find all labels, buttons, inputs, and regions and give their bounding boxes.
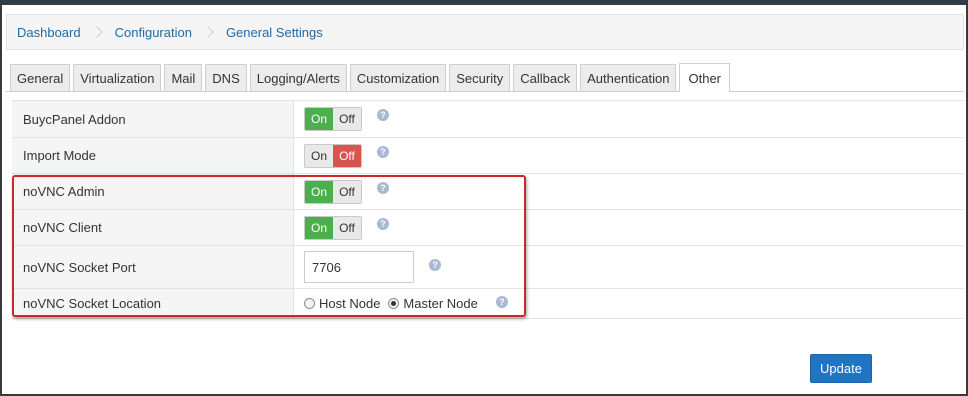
settings-table: BuycPanel Addon On Off ? Import Mode On … [12,100,964,319]
buycpanel-toggle: On Off [304,107,362,131]
novnc-client-on-button[interactable]: On [305,216,333,239]
radio-button[interactable] [304,298,315,309]
chevron-right-icon [90,26,103,38]
radio-button[interactable] [388,298,400,309]
tab-customization[interactable]: Customization [349,64,447,91]
novnc-admin-toggle: On Off [304,179,362,204]
buycpanel-off-button[interactable]: Off [333,108,361,130]
setting-value: On Off ? [294,101,964,137]
tab-dns[interactable]: DNS [205,64,247,91]
buycpanel-on-button[interactable]: On [305,108,333,130]
update-button[interactable]: Update [810,354,872,383]
tab-other[interactable]: Other [679,63,730,92]
setting-row-novnc-port: noVNC Socket Port ? [12,246,964,289]
novnc-client-off-button[interactable]: Off [333,216,361,239]
setting-row-import-mode: Import Mode On Off ? [12,138,964,174]
setting-label: BuycPanel Addon [12,101,294,137]
chevron-right-icon [202,26,214,38]
setting-row-novnc-client: noVNC Client On Off ? [12,210,964,246]
help-icon[interactable]: ? [495,296,508,308]
setting-label: Import Mode [12,138,294,173]
radio-host-node[interactable]: Host Node [304,296,380,311]
help-icon[interactable]: ? [377,218,389,230]
setting-value: On Off ? [294,210,964,245]
setting-row-novnc-location: noVNC Socket Location Host Node Master N… [12,289,964,319]
breadcrumb-configuration[interactable]: Configuration [115,25,192,40]
help-icon[interactable]: ? [377,146,389,158]
import-mode-on-button[interactable]: On [305,144,333,167]
radio-master-node[interactable]: Master Node [388,296,478,311]
tab-virtualization[interactable]: Virtualization [73,64,162,91]
setting-value: Host Node Master Node ? [294,289,964,318]
setting-value: On Off ? [294,174,964,209]
tab-logging-alerts[interactable]: Logging/Alerts [249,64,347,91]
setting-row-novnc-admin: noVNC Admin On Off ? [12,174,964,210]
tab-security[interactable]: Security [449,64,511,91]
setting-label: noVNC Socket Port [12,246,294,288]
tab-general[interactable]: General [10,64,71,91]
novnc-client-toggle: On Off [304,215,362,240]
tab-authentication[interactable]: Authentication [580,64,677,91]
tab-callback[interactable]: Callback [513,64,578,91]
radio-label: Master Node [403,296,478,311]
breadcrumb: Dashboard Configuration General Settings [6,14,964,50]
setting-label: noVNC Socket Location [12,289,294,318]
setting-label: noVNC Admin [12,174,294,209]
novnc-socket-port-input[interactable] [304,251,414,283]
help-icon[interactable]: ? [377,109,389,121]
breadcrumb-general-settings[interactable]: General Settings [226,25,323,40]
novnc-admin-off-button[interactable]: Off [333,180,361,203]
setting-value: ? [294,246,964,288]
help-icon[interactable]: ? [377,182,389,194]
setting-value: On Off ? [294,138,964,173]
radio-label: Host Node [319,296,381,311]
import-mode-off-button[interactable]: Off [333,144,361,167]
breadcrumb-dashboard[interactable]: Dashboard [17,25,81,40]
tab-mail[interactable]: Mail [164,64,203,91]
help-icon[interactable]: ? [429,259,441,271]
setting-row-buycpanel: BuycPanel Addon On Off ? [12,101,964,138]
settings-tabs: General Virtualization Mail DNS Logging/… [6,63,964,92]
novnc-admin-on-button[interactable]: On [305,180,333,203]
import-mode-toggle: On Off [304,143,362,168]
setting-label: noVNC Client [12,210,294,245]
